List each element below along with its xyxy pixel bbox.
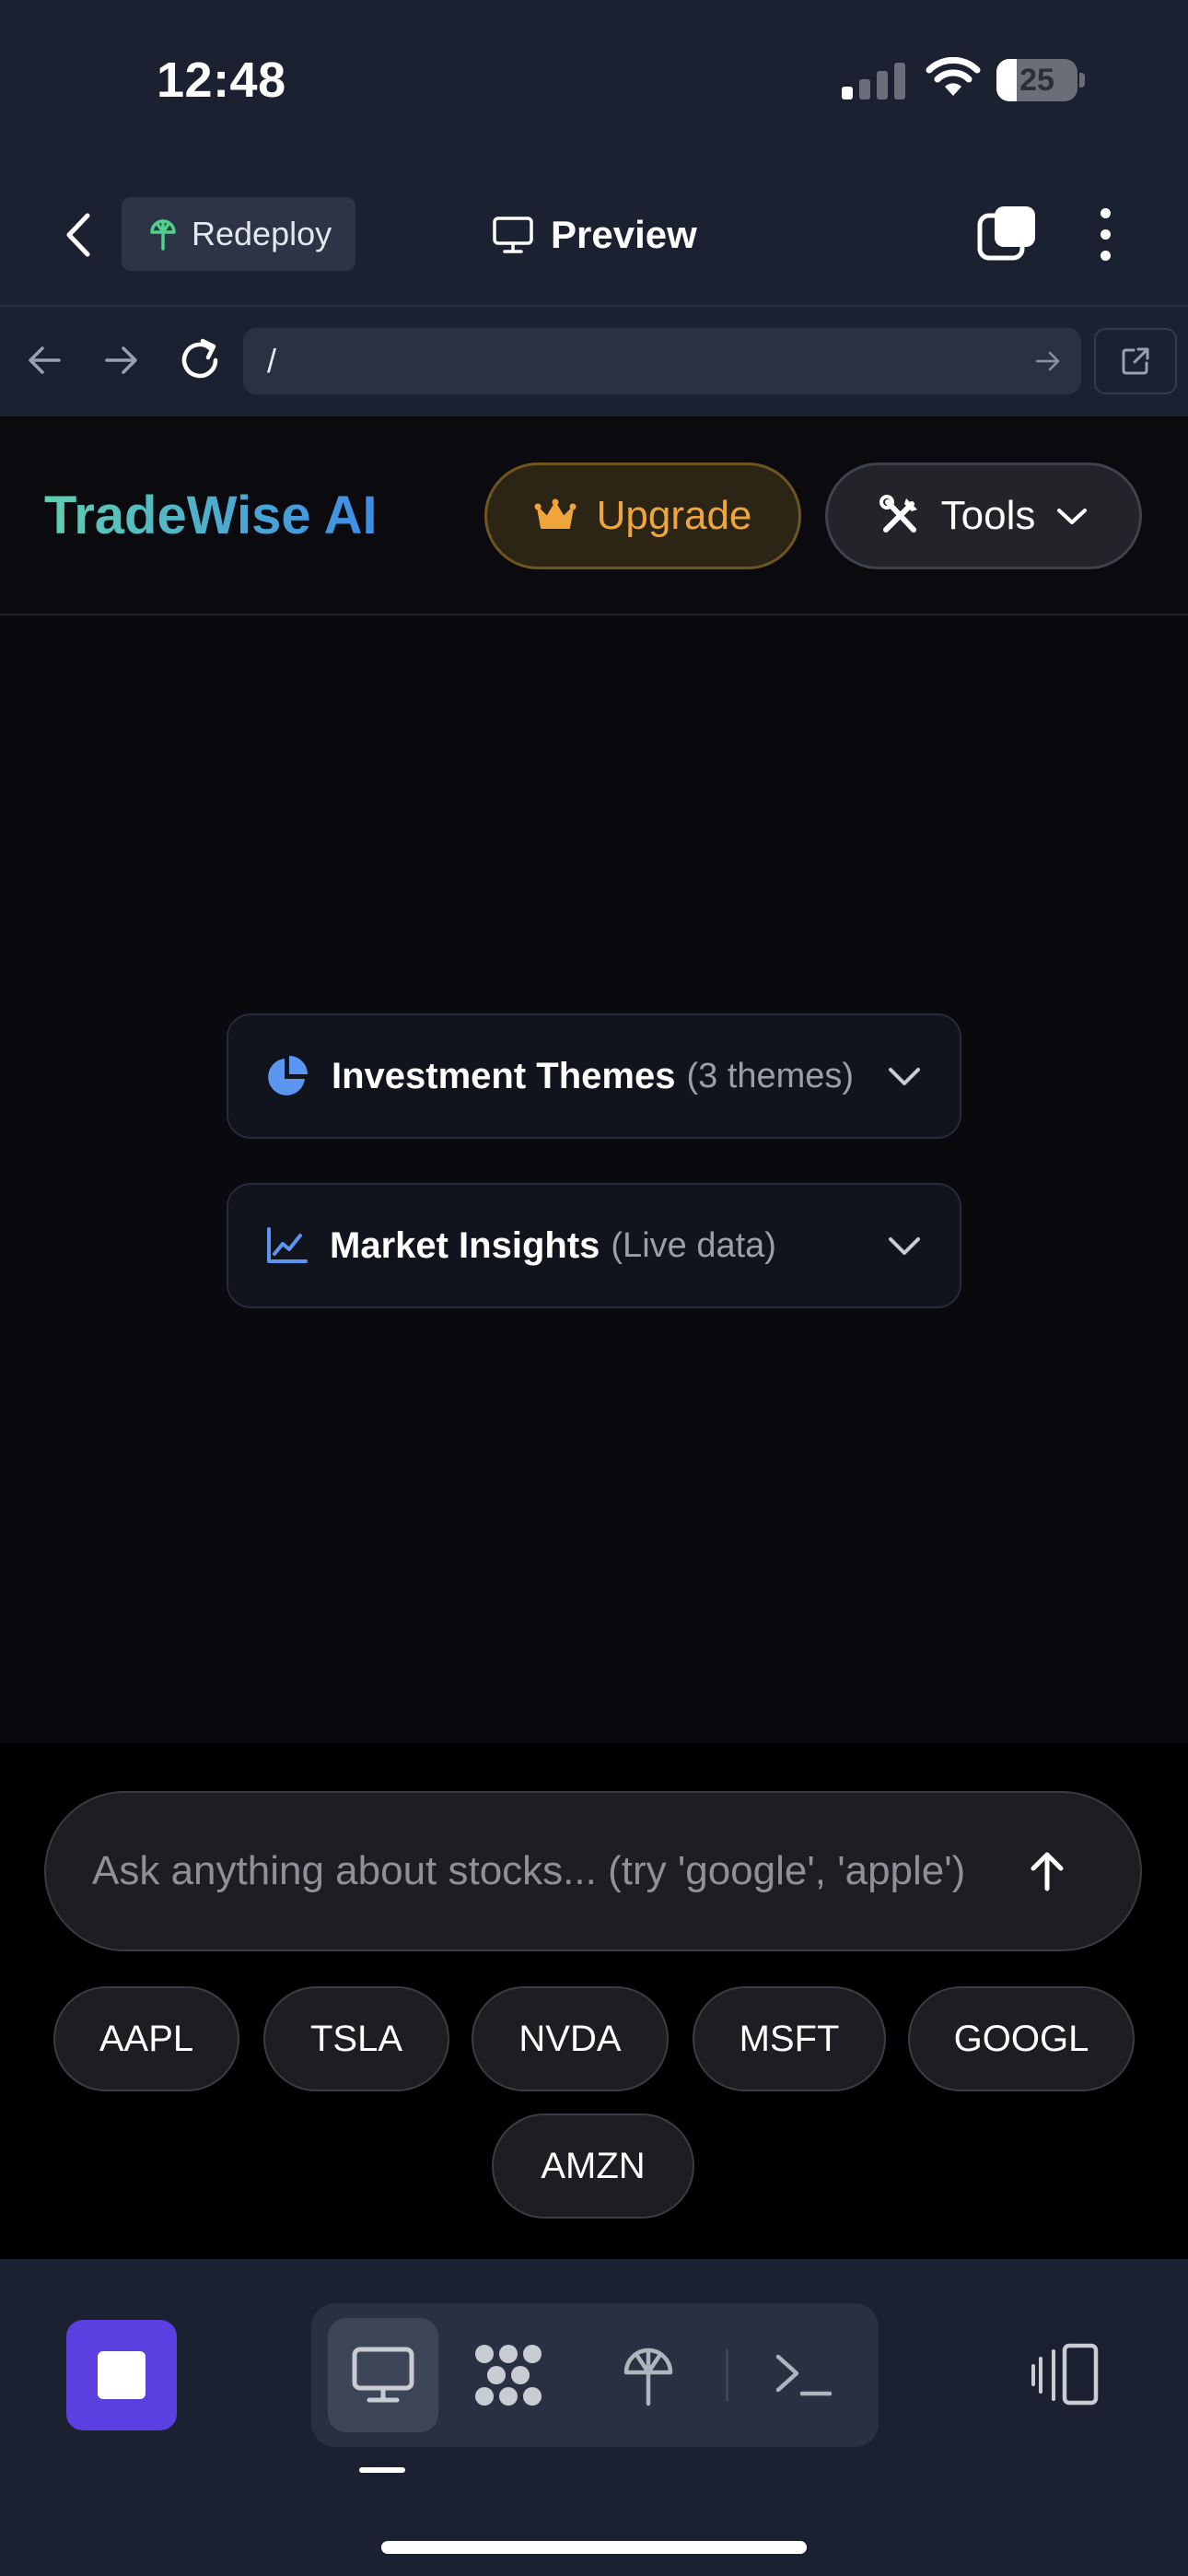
line-chart-icon xyxy=(267,1227,308,1263)
preview-title: Preview xyxy=(492,205,697,265)
chevron-down-icon xyxy=(1057,509,1088,524)
wifi-icon xyxy=(926,57,981,96)
go-arrow-icon[interactable] xyxy=(1033,346,1063,376)
cellular-signal-icon xyxy=(842,63,905,100)
mode-terminal-button[interactable] xyxy=(748,2318,858,2432)
mode-preview-button[interactable] xyxy=(328,2318,438,2432)
ticker-chip-nvda[interactable]: NVDA xyxy=(472,1986,669,2091)
redeploy-label: Redeploy xyxy=(192,215,332,252)
deploy-icon xyxy=(150,219,176,251)
stop-button[interactable] xyxy=(66,2320,177,2430)
upgrade-label: Upgrade xyxy=(596,493,752,538)
preview-label: Preview xyxy=(551,213,697,256)
chat-input[interactable]: Ask anything about stocks... (try 'googl… xyxy=(44,1791,1142,1951)
layout-toggle-icon[interactable] xyxy=(1030,2338,1101,2412)
terminal-icon xyxy=(775,2354,833,2396)
upgrade-button[interactable]: Upgrade xyxy=(484,463,801,569)
back-button[interactable] xyxy=(52,203,107,267)
active-mode-indicator xyxy=(359,2467,405,2473)
battery-level: 25 xyxy=(1019,63,1054,98)
stop-icon xyxy=(98,2351,146,2399)
ticker-chip-googl[interactable]: GOOGL xyxy=(908,1986,1135,2091)
mode-deploy-button[interactable] xyxy=(593,2318,704,2432)
external-link-icon xyxy=(1122,347,1149,375)
tabs-switcher-icon[interactable] xyxy=(976,203,1039,265)
crown-icon xyxy=(534,498,577,529)
reload-icon[interactable] xyxy=(175,335,225,385)
desktop-preview-icon xyxy=(352,2347,414,2403)
card-subtitle: (Live data) xyxy=(611,1225,776,1265)
chat-placeholder: Ask anything about stocks... (try 'googl… xyxy=(92,1848,966,1893)
url-input[interactable]: / xyxy=(243,328,1081,394)
chevron-left-icon xyxy=(66,213,90,257)
divider xyxy=(0,305,1188,307)
card-subtitle: (3 themes) xyxy=(686,1056,855,1095)
brand-logo[interactable]: TradeWise AI xyxy=(44,483,378,549)
status-time: 12:48 xyxy=(157,53,286,108)
ticker-chip-amzn[interactable]: AMZN xyxy=(492,2113,694,2219)
tools-icon xyxy=(879,495,917,533)
battery-icon: 25 xyxy=(996,59,1085,101)
mode-workflows-button[interactable] xyxy=(453,2318,564,2432)
open-external-button[interactable] xyxy=(1094,328,1177,394)
deploy-icon xyxy=(623,2348,673,2406)
divider xyxy=(726,2349,728,2401)
chevron-down-icon xyxy=(889,1068,920,1085)
ticker-chip-msft[interactable]: MSFT xyxy=(693,1986,886,2091)
tools-dropdown[interactable]: Tools xyxy=(825,463,1142,569)
arrow-left-icon[interactable] xyxy=(22,337,68,383)
market-insights-card[interactable]: Market Insights (Live data) xyxy=(227,1183,961,1308)
ticker-chip-tsla[interactable]: TSLA xyxy=(263,1986,449,2091)
mode-switcher xyxy=(311,2303,879,2447)
card-title: Market Insights xyxy=(330,1224,600,1266)
workflows-icon xyxy=(475,2345,542,2406)
arrow-right-icon[interactable] xyxy=(98,337,144,383)
home-indicator xyxy=(381,2541,807,2554)
chevron-down-icon xyxy=(889,1237,920,1255)
tools-label: Tools xyxy=(940,493,1036,538)
ticker-chip-aapl[interactable]: AAPL xyxy=(53,1986,239,2091)
pie-chart-icon xyxy=(268,1056,308,1095)
investment-themes-card[interactable]: Investment Themes (3 themes) xyxy=(227,1013,961,1139)
send-arrow-icon[interactable] xyxy=(1024,1848,1070,1894)
redeploy-button[interactable]: Redeploy xyxy=(122,197,355,271)
card-title: Investment Themes xyxy=(332,1055,676,1096)
more-options-icon[interactable] xyxy=(1087,203,1124,265)
monitor-icon xyxy=(493,217,533,253)
url-text: / xyxy=(267,342,277,380)
